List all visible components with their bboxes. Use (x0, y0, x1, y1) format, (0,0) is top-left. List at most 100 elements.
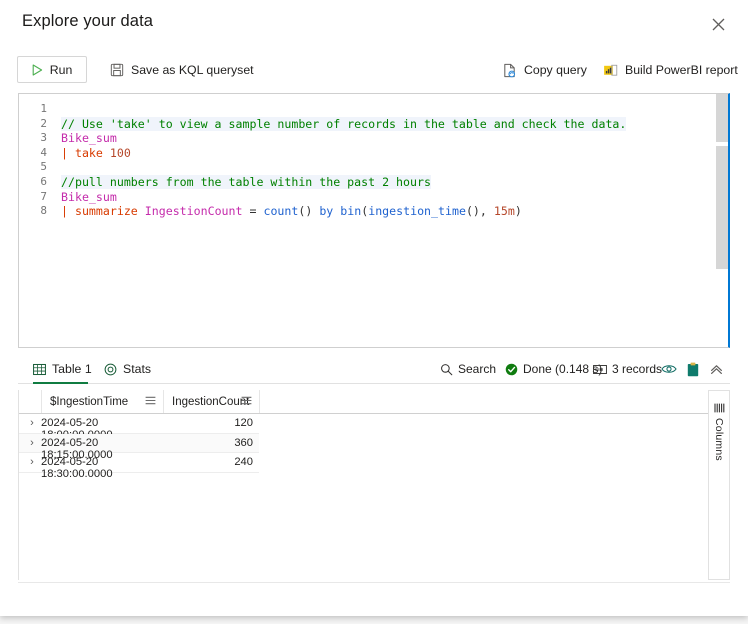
editor-vertical-scrollbar[interactable] (716, 94, 728, 347)
results-grid: $IngestionTime IngestionCount › 2024-05-… (18, 390, 709, 580)
code-comment: // Use 'take' to view a sample number of… (61, 116, 627, 131)
line-number: 4 (40, 145, 47, 159)
column-header-label: $IngestionTime (50, 395, 129, 408)
search-icon (440, 363, 453, 376)
grid-header-edge (259, 390, 261, 413)
code-pipe: | (61, 204, 68, 219)
save-icon (110, 63, 124, 77)
copy-query-button[interactable]: Copy query (502, 59, 587, 81)
copy-results-button[interactable] (687, 358, 699, 380)
run-button[interactable]: Run (17, 56, 87, 83)
column-menu-icon[interactable] (241, 396, 252, 405)
columns-panel-toggle[interactable]: Columns (709, 390, 730, 580)
line-number: 7 (40, 189, 47, 203)
cell-ingestion-count: 360 (234, 436, 253, 449)
tab-stats[interactable]: Stats (104, 356, 151, 382)
code-parens: () (465, 204, 480, 219)
line-number: 5 (40, 160, 47, 174)
code-table-name: Bike_sum (61, 131, 117, 146)
tab-table-1[interactable]: Table 1 (33, 356, 92, 382)
line-number: 8 (40, 204, 47, 218)
code-line-3: Bike_sum (61, 131, 117, 146)
copy-query-label: Copy query (524, 63, 587, 77)
code-comment: //pull numbers from the table within the… (61, 175, 431, 189)
code-column-name: IngestionCount (144, 204, 243, 219)
records-icon (593, 364, 607, 375)
status-label: Done (0.148 s) (523, 362, 603, 376)
kql-query-editor[interactable]: 1 2 3 4 5 6 7 8 // Use 'take' to view a … (18, 93, 730, 348)
code-line-6: //pull numbers from the table within the… (61, 175, 431, 190)
build-powerbi-report-button[interactable]: Build PowerBI report (603, 59, 738, 81)
column-menu-icon[interactable] (145, 396, 156, 405)
line-number: 2 (40, 116, 47, 130)
editor-line-number-gutter: 1 2 3 4 5 6 7 8 (19, 94, 53, 347)
panel-bottom-strip (18, 582, 730, 604)
editor-code-area[interactable]: // Use 'take' to view a sample number of… (61, 94, 714, 347)
column-header-label: IngestionCount (172, 395, 250, 408)
table-icon (33, 363, 46, 376)
cell-ingestion-time: 2024-05-20 18:30:00.0000 (41, 456, 113, 480)
toolbar: Run Save as KQL queryset Copy query Buil… (0, 56, 748, 88)
close-button[interactable] (702, 8, 734, 40)
code-keyword: take (74, 145, 103, 160)
run-button-label: Run (49, 62, 73, 77)
code-function: ingestion_time (368, 204, 466, 219)
clipboard-icon (687, 362, 699, 377)
powerbi-icon (603, 63, 618, 78)
row-expand-chevron-icon[interactable]: › (25, 456, 39, 468)
copy-query-icon (502, 63, 517, 78)
code-parens: () (298, 204, 313, 219)
code-pipe: | (61, 145, 68, 160)
explore-your-data-panel: Explore your data Run Save as KQL querys… (0, 0, 748, 616)
row-expand-chevron-icon[interactable]: › (25, 437, 39, 449)
collapse-results-button[interactable] (710, 358, 723, 380)
grid-header-row: $IngestionTime IngestionCount (19, 390, 708, 414)
column-header-ingestion-count[interactable]: IngestionCount (163, 390, 259, 413)
tab-table-1-label: Table 1 (52, 362, 92, 376)
code-line-8: | summarize IngestionCount = count() by … (61, 204, 522, 219)
code-table-name: Bike_sum (61, 189, 117, 204)
code-parens: ) (514, 204, 522, 219)
cell-ingestion-count: 240 (234, 456, 253, 468)
check-circle-icon (505, 363, 518, 376)
code-comma: , (479, 204, 494, 219)
chevron-up-icon (710, 364, 723, 375)
columns-icon (713, 403, 725, 413)
code-number: 15m (493, 204, 515, 219)
line-number: 3 (40, 131, 47, 145)
play-icon (32, 63, 43, 76)
row-expand-chevron-icon[interactable]: › (25, 417, 39, 429)
build-powerbi-report-label: Build PowerBI report (625, 63, 738, 77)
visibility-toggle-button[interactable] (661, 358, 677, 380)
tab-stats-label: Stats (123, 362, 152, 376)
search-button[interactable]: Search (440, 358, 496, 380)
table-row[interactable]: › 2024-05-20 18:30:00.0000 240 (19, 453, 259, 480)
code-number: 100 (109, 145, 131, 160)
page-title: Explore your data (22, 12, 154, 30)
table-row[interactable]: › 2024-05-20 18:15:00.0000 360 (19, 433, 259, 461)
record-count-label: 3 records (612, 362, 663, 376)
stats-icon (104, 363, 117, 376)
record-count: 3 records (593, 358, 662, 380)
results-tab-bar: Table 1 Stats Search Done (0.148 s) 3 re… (18, 354, 730, 384)
code-line-4: | take 100 (61, 146, 131, 161)
save-as-kql-queryset-button[interactable]: Save as KQL queryset (110, 59, 254, 81)
columns-rail-label: Columns (713, 418, 725, 461)
status-badge: Done (0.148 s) (505, 358, 602, 380)
code-by-keyword: by (319, 204, 334, 219)
line-number: 1 (40, 102, 47, 115)
table-row[interactable]: › 2024-05-20 18:00:00.0000 120 (19, 414, 259, 441)
code-function: bin (340, 204, 362, 219)
cell-ingestion-count: 120 (234, 417, 253, 429)
save-as-kql-queryset-label: Save as KQL queryset (131, 63, 254, 77)
search-label: Search (458, 362, 497, 376)
editor-scrollbar-thumb-top[interactable] (716, 94, 728, 142)
active-tab-indicator (33, 382, 88, 384)
column-header-ingestion-time[interactable]: $IngestionTime (41, 390, 163, 413)
code-keyword: summarize (74, 204, 138, 219)
editor-scrollbar-thumb[interactable] (716, 146, 728, 269)
close-icon (712, 18, 725, 31)
code-line-7: Bike_sum (61, 190, 117, 205)
code-function: count (263, 204, 299, 219)
code-line-2: // Use 'take' to view a sample number of… (61, 116, 627, 132)
